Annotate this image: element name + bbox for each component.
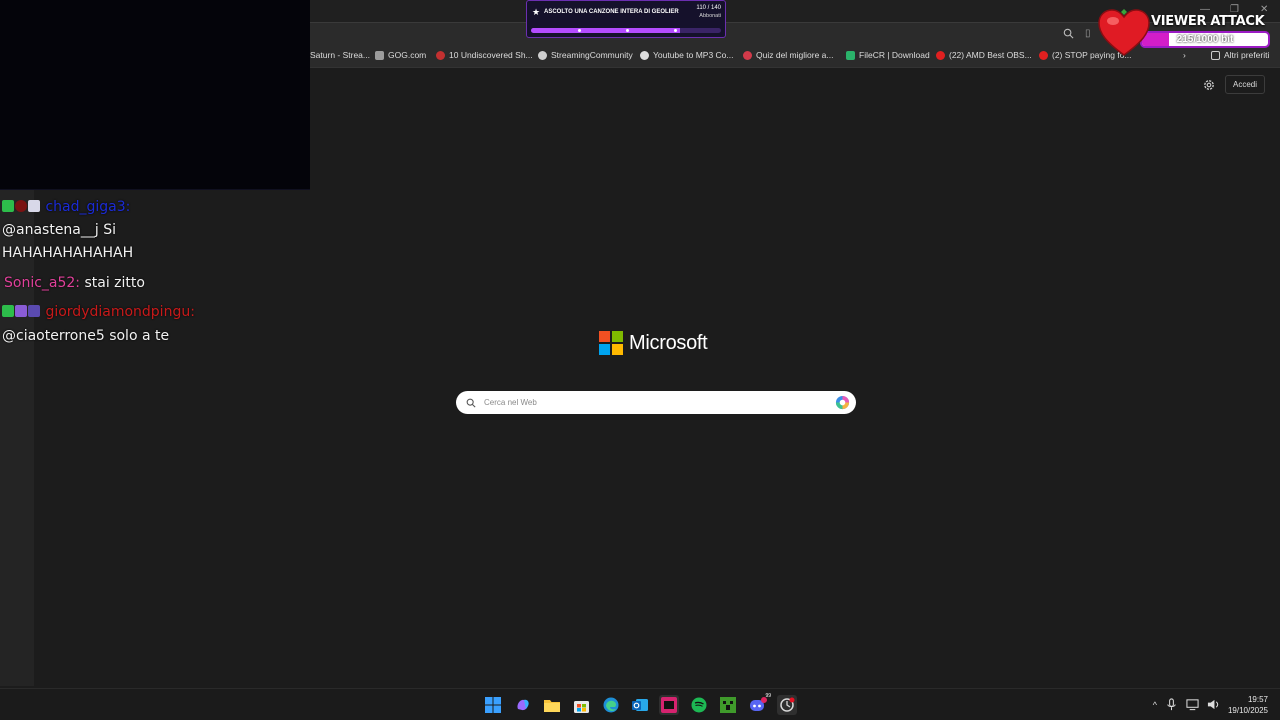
bookmark-label: Saturn - Strea...: [310, 50, 370, 60]
viewer-attack-bar: 215/1000 bit: [1140, 31, 1270, 48]
goal-count: 110 / 140: [696, 5, 721, 11]
youtube-channel-icon: [436, 50, 445, 60]
search-icon[interactable]: [1063, 28, 1074, 39]
chat-text: @anastena__j Si: [2, 222, 116, 238]
store-icon[interactable]: [571, 695, 591, 715]
bookmark-item[interactable]: Quiz del migliore a...: [743, 50, 833, 60]
check-badge-icon: [2, 200, 14, 212]
chat-text: @ciaoterrone5 solo a te: [2, 328, 170, 344]
outlook-icon[interactable]: [630, 695, 650, 715]
goal-milestone: [578, 29, 581, 32]
chat-username: giordydiamondpingu:: [45, 304, 195, 320]
chat-message: @ciaoterrone5 solo a te: [2, 325, 169, 348]
bookmark-label: FileCR | Download: [859, 50, 930, 60]
system-tray: ^: [1153, 698, 1220, 711]
web-search-box[interactable]: [456, 391, 856, 414]
sub-goal-widget: ★ ASCOLTO UNA CANZONE INTERA DI GEOLIER …: [526, 0, 726, 38]
sub-badge-icon: [15, 305, 27, 317]
goal-subtitle: Abbonati: [699, 13, 721, 19]
bookmark-item[interactable]: GOG.com: [375, 50, 426, 60]
clock-date: 19/10/2025: [1227, 706, 1268, 715]
microsoft-squares-icon: [599, 331, 623, 355]
star-icon: ★: [532, 7, 541, 17]
clock-time: 19:57: [1247, 695, 1268, 704]
viewer-attack-widget: 215/1000 bit VIEWER ATTACK: [1096, 8, 1272, 58]
chat-username: chad_giga3:: [45, 199, 131, 215]
webcam-overlay: [0, 0, 310, 190]
minecraft-icon[interactable]: [718, 695, 738, 715]
microsoft-logo: Microsoft: [599, 331, 708, 355]
discord-badge: 99: [765, 693, 771, 699]
edge-icon[interactable]: [601, 695, 621, 715]
avatar-badge-icon: [15, 200, 27, 212]
search-input[interactable]: [484, 398, 814, 407]
chat-message: @anastena__j Si: [2, 219, 116, 242]
quiz-icon: [743, 50, 752, 60]
streaming-app-icon[interactable]: [777, 695, 797, 715]
emote-badge-icon: [28, 200, 40, 212]
screen: — ❐ ✕ ▯ Saturn - Strea... GOG.com 10 Und…: [0, 0, 1280, 720]
copilot-icon[interactable]: [835, 395, 850, 410]
goal-title: ASCOLTO UNA CANZONE INTERA DI GEOLIER: [544, 9, 679, 15]
network-icon[interactable]: [1186, 698, 1199, 711]
chat-text: HAHAHAHAHAHAH: [2, 245, 134, 261]
start-icon[interactable]: [483, 695, 503, 715]
volume-icon[interactable]: [1207, 698, 1220, 711]
bookmark-label: 10 Undiscovered Sh...: [449, 50, 533, 60]
obs-icon[interactable]: [659, 695, 679, 715]
reading-view-icon[interactable]: ▯: [1085, 28, 1091, 39]
youtube-icon: [1039, 50, 1048, 60]
bookmark-label: GOG.com: [388, 50, 427, 60]
converter-icon: [640, 50, 649, 60]
brand-name: Microsoft: [629, 331, 708, 354]
bookmark-label: Quiz del migliore a...: [756, 50, 834, 60]
chevron-up-icon[interactable]: ^: [1153, 700, 1157, 710]
check-badge-icon: [2, 305, 14, 317]
chat-text: stai zitto: [84, 275, 145, 291]
goal-milestone: [626, 29, 629, 32]
bookmark-item[interactable]: Youtube to MP3 Co...: [640, 50, 734, 60]
bookmark-item[interactable]: (22) AMD Best OBS...: [936, 50, 1032, 60]
gog-icon: [375, 50, 384, 60]
spotify-icon[interactable]: [689, 695, 709, 715]
streaming-icon: [538, 50, 547, 60]
signin-button[interactable]: Accedi: [1225, 75, 1265, 94]
microphone-icon[interactable]: [1165, 698, 1178, 711]
bookmark-item[interactable]: Saturn - Strea...: [310, 50, 370, 60]
bookmark-item[interactable]: 10 Undiscovered Sh...: [436, 50, 533, 60]
youtube-icon: [936, 50, 945, 60]
discord-icon[interactable]: 99: [748, 693, 771, 715]
chat-message: HAHAHAHAHAHAH: [2, 242, 133, 265]
bookmark-item[interactable]: FileCR | Download: [846, 50, 930, 60]
goal-milestone: [674, 29, 677, 32]
bookmark-item[interactable]: StreamingCommunity: [538, 50, 633, 60]
heart-icon: [1098, 9, 1150, 56]
settings-gear-icon[interactable]: [1202, 78, 1216, 92]
emote-badge-icon: [28, 305, 40, 317]
clock[interactable]: 19:57 19/10/2025: [1228, 694, 1268, 716]
chat-username: Sonic_a52:: [4, 275, 81, 291]
viewer-attack-title: VIEWER ATTACK: [1151, 14, 1265, 29]
filecr-icon: [846, 50, 855, 60]
file-explorer-icon[interactable]: [542, 695, 562, 715]
viewer-attack-value: 215/1000 bit: [1176, 34, 1234, 45]
search-icon: [466, 398, 476, 408]
bookmark-label: Youtube to MP3 Co...: [653, 50, 734, 60]
taskbar: 99 ^ 19:57 19/10/2025: [0, 688, 1280, 720]
goal-progress-fill: [531, 28, 681, 33]
chat-message: chad_giga3:: [2, 196, 130, 219]
chat-message: giordydiamondpingu:: [2, 301, 195, 324]
chat-message: Sonic_a52: stai zitto: [2, 272, 145, 295]
bookmark-label: StreamingCommunity: [551, 50, 633, 60]
copilot-taskbar-icon[interactable]: [513, 695, 533, 715]
bookmark-label: (22) AMD Best OBS...: [949, 50, 1032, 60]
